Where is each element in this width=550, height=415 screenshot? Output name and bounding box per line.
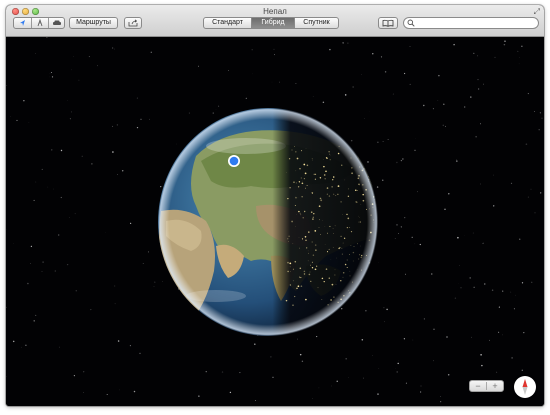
share-button[interactable] xyxy=(124,17,142,29)
location-arrow-icon[interactable] xyxy=(14,18,31,28)
search-input[interactable] xyxy=(417,18,535,28)
title-bar: Непал ⤢ Маршруты Стандарт Гибрид Спутник xyxy=(6,5,544,37)
routes-button[interactable]: Маршруты xyxy=(69,17,118,29)
window-title: Непал xyxy=(263,7,287,16)
zoom-out-button[interactable]: − xyxy=(470,381,486,391)
map-mode-satellite-tab[interactable]: Спутник xyxy=(295,18,338,28)
search-field[interactable] xyxy=(403,17,539,29)
earth-globe[interactable] xyxy=(156,106,380,338)
pedestrian-icon[interactable] xyxy=(31,18,48,28)
bookmarks-book-icon xyxy=(382,19,394,27)
maps-window: Непал ⤢ Маршруты Стандарт Гибрид Спутник xyxy=(6,5,544,406)
map-mode-segmented-control: Стандарт Гибрид Спутник xyxy=(203,17,339,29)
map-mode-hybrid-tab[interactable]: Гибрид xyxy=(252,18,294,28)
compass-icon[interactable] xyxy=(514,376,536,398)
share-icon xyxy=(128,19,138,27)
map-mode-standard-tab[interactable]: Стандарт xyxy=(204,18,251,28)
bookmarks-button[interactable] xyxy=(378,17,398,29)
transport-mode-control xyxy=(13,17,65,29)
car-icon[interactable] xyxy=(48,18,65,28)
zoom-control: − + xyxy=(469,380,504,392)
map-view[interactable]: − + xyxy=(6,37,544,406)
zoom-in-button[interactable]: + xyxy=(487,381,503,391)
search-icon xyxy=(407,19,415,27)
fullscreen-icon[interactable]: ⤢ xyxy=(534,7,540,17)
